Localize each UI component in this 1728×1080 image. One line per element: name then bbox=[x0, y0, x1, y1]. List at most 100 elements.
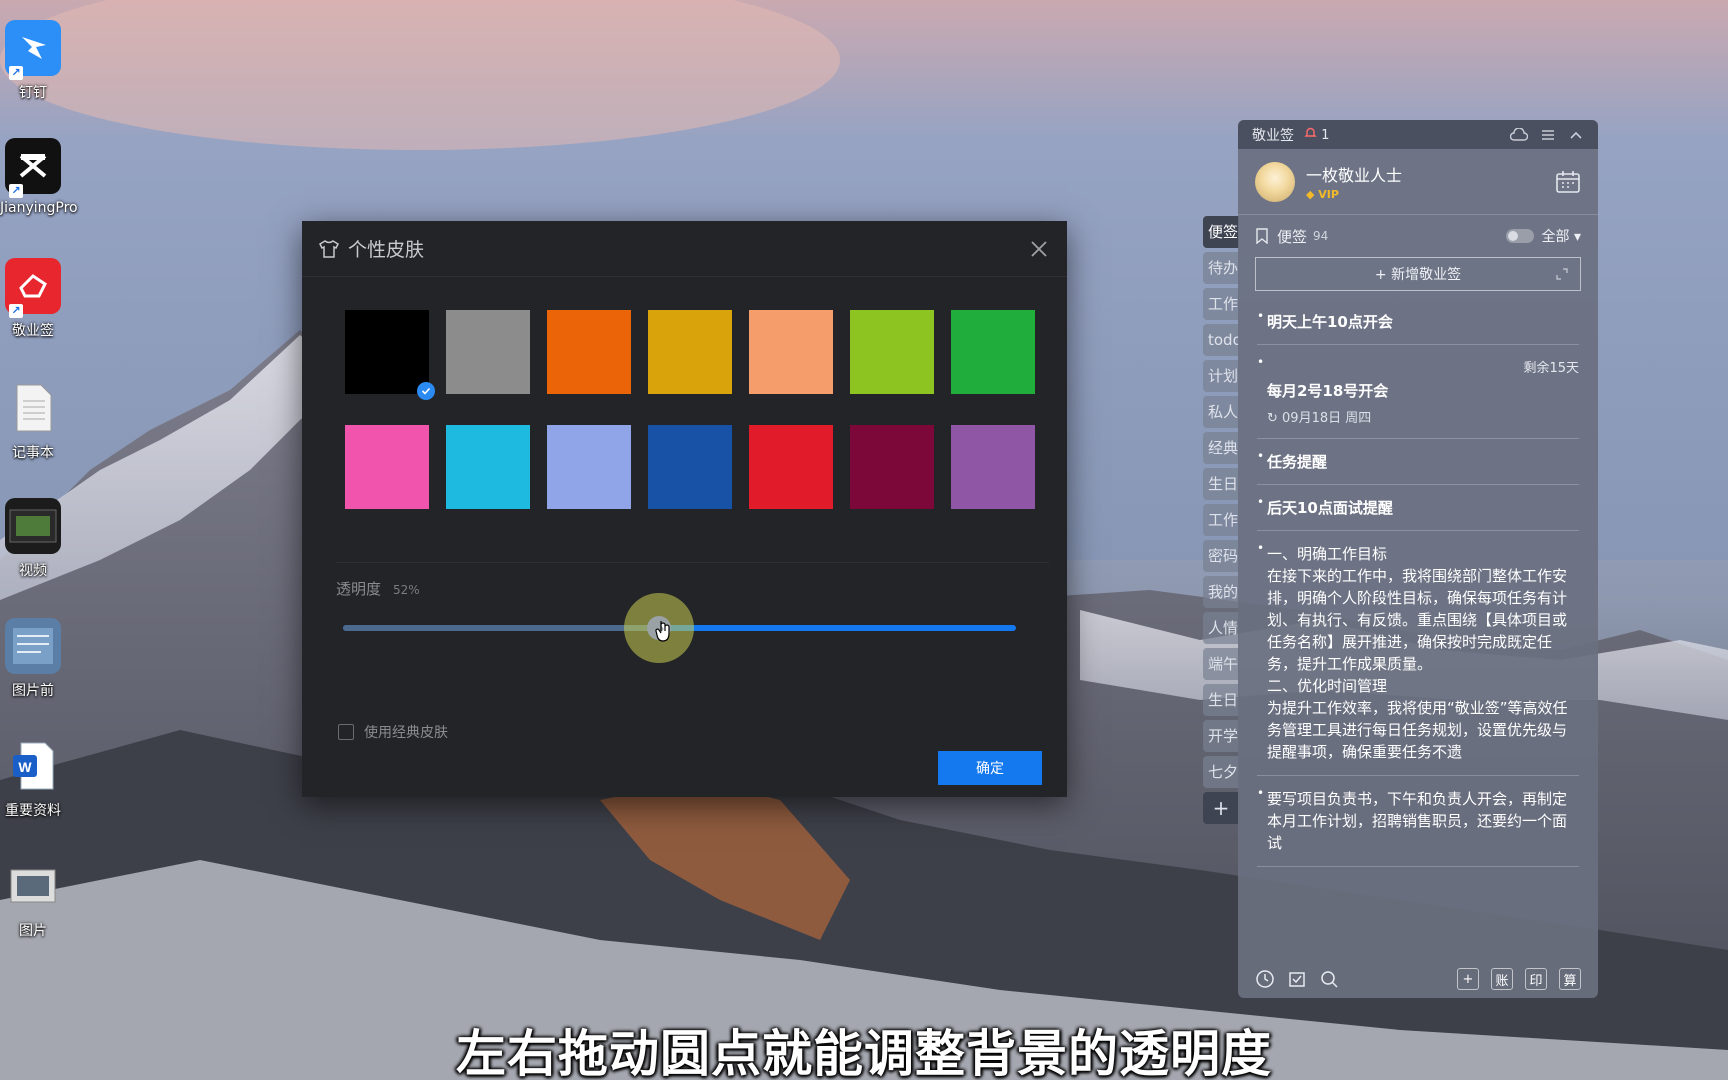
calculator-button[interactable]: 算 bbox=[1559, 968, 1581, 990]
side-tab[interactable]: 工作 bbox=[1203, 504, 1239, 536]
desktop-icon-dingtalk[interactable]: ↗ 钉钉 bbox=[0, 20, 66, 102]
side-tab[interactable]: 密码 bbox=[1203, 540, 1239, 572]
desktop-icon-label: 重要资料 bbox=[5, 803, 61, 819]
desktop-icon-video[interactable]: 视频 bbox=[0, 498, 66, 580]
close-icon[interactable] bbox=[1027, 237, 1051, 261]
desktop-icon-label: 记事本 bbox=[12, 445, 54, 461]
opacity-slider[interactable] bbox=[343, 593, 1016, 663]
panel-title-bar: 敬业签 1 bbox=[1238, 120, 1598, 149]
view-toggle[interactable] bbox=[1505, 229, 1534, 243]
side-tab[interactable]: 经典 bbox=[1203, 432, 1239, 464]
section-divider bbox=[336, 562, 1049, 563]
color-swatch-grid bbox=[345, 310, 1035, 509]
jingyeqian-icon: ↗ bbox=[5, 258, 61, 318]
cloud-sync-icon[interactable] bbox=[1510, 127, 1528, 142]
color-swatch[interactable] bbox=[850, 425, 934, 509]
desktop-icon-notepad[interactable]: 记事本 bbox=[0, 380, 66, 462]
classic-skin-option[interactable]: 使用经典皮肤 bbox=[338, 722, 448, 742]
color-swatch[interactable] bbox=[345, 310, 435, 400]
color-swatch[interactable] bbox=[446, 425, 530, 509]
print-button[interactable]: 印 bbox=[1525, 968, 1547, 990]
notes-panel: 敬业签 1 一枚敬业人士 ◆ VIP 便签 94 全部 ▾ + 新增敬业签 明天… bbox=[1238, 120, 1598, 998]
side-tab[interactable]: 私人 bbox=[1203, 396, 1239, 428]
desktop-icon-label: 图片 bbox=[19, 923, 47, 939]
app-name: 敬业签 bbox=[1252, 127, 1294, 144]
svg-text:W: W bbox=[18, 759, 32, 775]
opacity-value: 52% bbox=[393, 583, 420, 597]
side-tab[interactable]: todo bbox=[1203, 324, 1239, 356]
color-swatch[interactable] bbox=[648, 425, 732, 509]
clock-icon[interactable] bbox=[1255, 969, 1275, 989]
video-subtitle: 左右拖动圆点就能调整背景的透明度 bbox=[456, 1025, 1272, 1080]
filter-dropdown[interactable]: 全部 ▾ bbox=[1542, 226, 1581, 246]
desktop-icon-word[interactable]: W 重要资料 bbox=[0, 738, 66, 820]
shortcut-arrow-icon: ↗ bbox=[9, 66, 23, 80]
skin-dialog: 个性皮肤 透明度 52% 使用经典皮肤 确定 bbox=[302, 221, 1067, 797]
note-item[interactable]: 后天10点面试提醒 bbox=[1257, 485, 1579, 531]
desktop-icon-jingyeqian[interactable]: ↗ 敬业签 bbox=[0, 258, 66, 340]
note-item[interactable]: 明天上午10点开会 bbox=[1257, 299, 1579, 345]
word-icon: W bbox=[5, 738, 61, 794]
user-profile-row: 一枚敬业人士 ◆ VIP bbox=[1238, 149, 1598, 215]
todo-check-icon[interactable] bbox=[1287, 969, 1307, 989]
note-item[interactable]: 剩余15天每月2号18号开会 ↻ 09月18日 周四 bbox=[1257, 345, 1579, 439]
color-swatch[interactable] bbox=[547, 425, 631, 509]
notification-bell[interactable]: 1 bbox=[1304, 126, 1329, 143]
bell-icon bbox=[1304, 127, 1317, 137]
search-icon[interactable] bbox=[1319, 969, 1339, 989]
note-title: 一、明确工作目标 bbox=[1267, 545, 1388, 563]
color-swatch[interactable] bbox=[850, 310, 934, 394]
add-item-button[interactable]: + bbox=[1457, 968, 1479, 990]
menu-icon[interactable] bbox=[1540, 128, 1556, 142]
category-side-tabs: 便签 待办 工作 todo 计划 私人 经典 生日 工作 密码 我的 人情 端午 生日 开学 七夕 + bbox=[1203, 216, 1239, 828]
user-name: 一枚敬业人士 bbox=[1306, 166, 1403, 185]
side-tab[interactable]: 人情 bbox=[1203, 612, 1239, 644]
classic-skin-label: 使用经典皮肤 bbox=[364, 725, 448, 741]
note-item[interactable]: 要写项目负责书，下午和负责人开会，再制定本月工作计划，招聘销售职员，还要约一个面… bbox=[1257, 776, 1579, 867]
expand-icon[interactable] bbox=[1556, 268, 1568, 280]
side-tab[interactable]: 便签 bbox=[1203, 216, 1239, 248]
add-note-button[interactable]: + 新增敬业签 bbox=[1255, 257, 1581, 291]
notes-section-header: 便签 94 全部 ▾ bbox=[1238, 215, 1598, 257]
ledger-button[interactable]: 账 bbox=[1491, 968, 1513, 990]
note-title: 后天10点面试提醒 bbox=[1267, 499, 1393, 517]
side-tab[interactable]: 生日 bbox=[1203, 684, 1239, 716]
side-tab[interactable]: 工作 bbox=[1203, 288, 1239, 320]
side-tab[interactable]: 我的 bbox=[1203, 576, 1239, 608]
note-item[interactable]: 一、明确工作目标在接下来的工作中，我将围绕部门整体工作安排，明确个人阶段性目标，… bbox=[1257, 531, 1579, 776]
side-tab[interactable]: 开学 bbox=[1203, 720, 1239, 752]
side-tab[interactable]: 端午 bbox=[1203, 648, 1239, 680]
color-swatch[interactable] bbox=[951, 425, 1035, 509]
side-tab[interactable]: + bbox=[1203, 792, 1239, 824]
desktop-icon-jianying[interactable]: ↗ JianyingPro bbox=[0, 138, 78, 216]
side-tab[interactable]: 计划 bbox=[1203, 360, 1239, 392]
desktop-icon-label: JianyingPro bbox=[0, 200, 78, 216]
panel-tools bbox=[1510, 127, 1584, 142]
side-tab[interactable]: 生日 bbox=[1203, 468, 1239, 500]
classic-skin-checkbox[interactable] bbox=[338, 724, 354, 740]
color-swatch[interactable] bbox=[446, 310, 530, 394]
user-avatar[interactable] bbox=[1255, 161, 1295, 202]
hand-cursor-icon bbox=[655, 621, 670, 642]
shortcut-arrow-icon: ↗ bbox=[9, 184, 23, 198]
confirm-button[interactable]: 确定 bbox=[938, 751, 1042, 785]
desktop-icon-picture[interactable]: 图片 bbox=[0, 858, 66, 940]
collapse-chevron-icon[interactable] bbox=[1568, 128, 1584, 142]
desktop-icon-image-folder[interactable]: 图片前 bbox=[0, 618, 66, 700]
panel-footer: + 账 印 算 bbox=[1238, 960, 1598, 998]
calendar-icon[interactable] bbox=[1555, 169, 1581, 195]
color-swatch[interactable] bbox=[547, 310, 631, 394]
dialog-header: 个性皮肤 bbox=[302, 221, 1067, 277]
side-tab[interactable]: 待办 bbox=[1203, 252, 1239, 284]
note-item[interactable]: 任务提醒 bbox=[1257, 439, 1579, 485]
color-swatch[interactable] bbox=[951, 310, 1035, 394]
color-swatch[interactable] bbox=[749, 425, 833, 509]
color-swatch[interactable] bbox=[345, 425, 429, 509]
color-swatch[interactable] bbox=[749, 310, 833, 394]
color-swatch[interactable] bbox=[648, 310, 732, 394]
opacity-label-row: 透明度 52% bbox=[336, 578, 420, 599]
side-tab[interactable]: 七夕 bbox=[1203, 756, 1239, 788]
desktop-icon-label: 钉钉 bbox=[19, 85, 47, 101]
note-remaining-days: 剩余15天 bbox=[1523, 361, 1579, 376]
jianying-icon: ↗ bbox=[5, 138, 61, 198]
